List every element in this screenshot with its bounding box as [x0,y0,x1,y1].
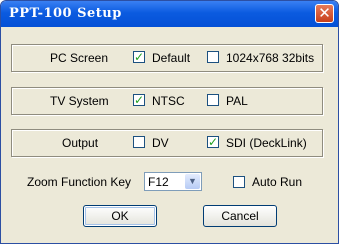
zoom-function-key-select[interactable]: F12 ▼ [144,172,202,191]
ntsc-checkbox-label[interactable]: NTSC [152,94,185,108]
window-title: PPT-100 Setup [9,6,122,21]
pal-checkbox[interactable] [207,94,219,106]
tv-system-group: TV System ✓ NTSC PAL [11,87,323,115]
pc-screen-label: PC Screen [50,51,109,65]
1024x768-checkbox-label[interactable]: 1024x768 32bits [226,51,314,65]
setup-dialog: PPT-100 Setup ✕ PC Screen ✓ Default 1024… [0,0,339,244]
zoom-function-key-value: F12 [148,175,169,189]
output-group: Output DV ✓ SDI (DeckLink) [11,129,323,157]
dv-checkbox-label[interactable]: DV [152,136,169,150]
pc-screen-group: PC Screen ✓ Default 1024x768 32bits [11,44,323,72]
cancel-button[interactable]: Cancel [203,205,277,227]
dropdown-arrow-button[interactable]: ▼ [185,174,200,189]
auto-run-label[interactable]: Auto Run [252,175,302,189]
close-button[interactable]: ✕ [315,4,334,23]
pal-checkbox-label[interactable]: PAL [226,94,248,108]
default-checkbox-label[interactable]: Default [152,51,190,65]
default-checkbox[interactable]: ✓ [133,50,145,64]
ntsc-checkbox[interactable]: ✓ [133,93,145,107]
check-mark-icon: ✓ [134,50,145,64]
sdi-checkbox-label[interactable]: SDI (DeckLink) [226,136,307,150]
zoom-function-key-label: Zoom Function Key [27,175,132,189]
1024x768-checkbox[interactable] [207,51,219,63]
output-label: Output [62,136,99,150]
sdi-checkbox[interactable]: ✓ [207,135,219,149]
check-mark-icon: ✓ [134,93,145,107]
tv-system-label: TV System [50,94,109,108]
check-mark-icon: ✓ [208,135,219,149]
dv-checkbox[interactable] [133,136,145,148]
title-bar[interactable]: PPT-100 Setup ✕ [1,1,338,27]
close-icon: ✕ [318,4,331,22]
ok-button[interactable]: OK [83,205,157,227]
auto-run-checkbox[interactable] [233,176,245,188]
chevron-down-icon: ▼ [188,176,197,186]
